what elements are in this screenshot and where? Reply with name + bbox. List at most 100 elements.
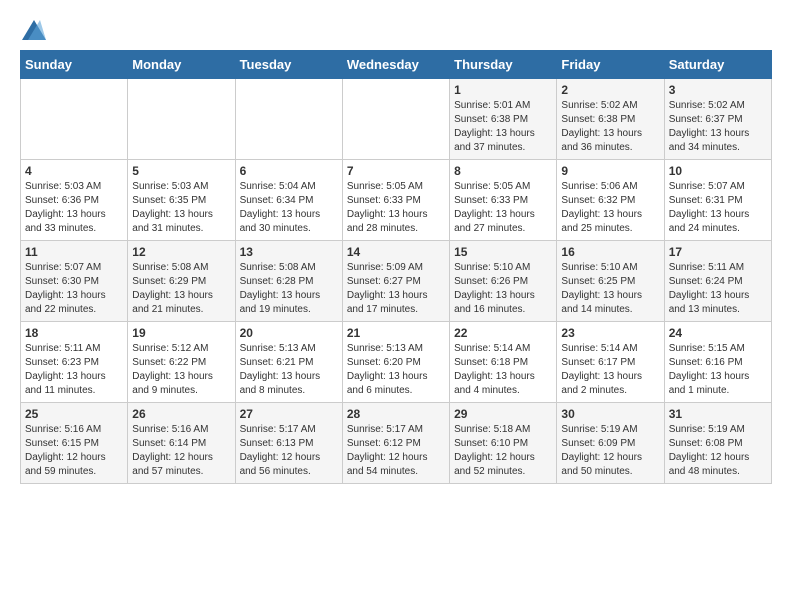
day-info: Sunrise: 5:11 AM Sunset: 6:24 PM Dayligh… <box>669 261 767 317</box>
day-number: 1 <box>454 83 552 97</box>
calendar-week-row: 18 Sunrise: 5:11 AM Sunset: 6:23 PM Dayli… <box>21 322 772 403</box>
calendar-cell: 9 Sunrise: 5:06 AM Sunset: 6:32 PM Daylig… <box>557 160 664 241</box>
day-number: 18 <box>25 326 123 340</box>
calendar-cell: 16 Sunrise: 5:10 AM Sunset: 6:25 PM Dayli… <box>557 241 664 322</box>
day-info: Sunrise: 5:13 AM Sunset: 6:20 PM Dayligh… <box>347 342 445 398</box>
weekday-header: Friday <box>557 51 664 79</box>
day-number: 22 <box>454 326 552 340</box>
day-info: Sunrise: 5:15 AM Sunset: 6:16 PM Dayligh… <box>669 342 767 398</box>
calendar-cell: 19 Sunrise: 5:12 AM Sunset: 6:22 PM Dayli… <box>128 322 235 403</box>
day-number: 30 <box>561 407 659 421</box>
day-info: Sunrise: 5:08 AM Sunset: 6:28 PM Dayligh… <box>240 261 338 317</box>
day-info: Sunrise: 5:10 AM Sunset: 6:25 PM Dayligh… <box>561 261 659 317</box>
day-info: Sunrise: 5:17 AM Sunset: 6:13 PM Dayligh… <box>240 423 338 479</box>
day-info: Sunrise: 5:05 AM Sunset: 6:33 PM Dayligh… <box>347 180 445 236</box>
calendar-cell: 8 Sunrise: 5:05 AM Sunset: 6:33 PM Daylig… <box>450 160 557 241</box>
calendar-cell: 31 Sunrise: 5:19 AM Sunset: 6:08 PM Dayli… <box>664 403 771 484</box>
calendar-cell: 15Sunrise: 5:10 AM Sunset: 6:26 PM Dayli… <box>450 241 557 322</box>
day-number: 23 <box>561 326 659 340</box>
weekday-header: Wednesday <box>342 51 449 79</box>
day-info: Sunrise: 5:13 AM Sunset: 6:21 PM Dayligh… <box>240 342 338 398</box>
calendar-cell: 14 Sunrise: 5:09 AM Sunset: 6:27 PM Dayli… <box>342 241 449 322</box>
logo-icon <box>22 20 46 40</box>
day-info: Sunrise: 5:07 AM Sunset: 6:30 PM Dayligh… <box>25 261 123 317</box>
day-info: Sunrise: 5:14 AM Sunset: 6:17 PM Dayligh… <box>561 342 659 398</box>
day-info: Sunrise: 5:08 AM Sunset: 6:29 PM Dayligh… <box>132 261 230 317</box>
weekday-header: Tuesday <box>235 51 342 79</box>
calendar-cell: 21 Sunrise: 5:13 AM Sunset: 6:20 PM Dayli… <box>342 322 449 403</box>
calendar-cell: 2 Sunrise: 5:02 AM Sunset: 6:38 PM Daylig… <box>557 79 664 160</box>
day-number: 4 <box>25 164 123 178</box>
day-number: 27 <box>240 407 338 421</box>
day-info: Sunrise: 5:04 AM Sunset: 6:34 PM Dayligh… <box>240 180 338 236</box>
calendar-cell: 23 Sunrise: 5:14 AM Sunset: 6:17 PM Dayli… <box>557 322 664 403</box>
calendar-cell: 27 Sunrise: 5:17 AM Sunset: 6:13 PM Dayli… <box>235 403 342 484</box>
day-info: Sunrise: 5:06 AM Sunset: 6:32 PM Dayligh… <box>561 180 659 236</box>
weekday-row: SundayMondayTuesdayWednesdayThursdayFrid… <box>21 51 772 79</box>
day-info: Sunrise: 5:11 AM Sunset: 6:23 PM Dayligh… <box>25 342 123 398</box>
day-number: 21 <box>347 326 445 340</box>
day-number: 17 <box>669 245 767 259</box>
day-number: 19 <box>132 326 230 340</box>
day-info: Sunrise: 5:03 AM Sunset: 6:35 PM Dayligh… <box>132 180 230 236</box>
day-number: 9 <box>561 164 659 178</box>
day-number: 26 <box>132 407 230 421</box>
calendar-cell: 25 Sunrise: 5:16 AM Sunset: 6:15 PM Dayli… <box>21 403 128 484</box>
day-number: 16 <box>561 245 659 259</box>
calendar-cell <box>235 79 342 160</box>
weekday-header: Thursday <box>450 51 557 79</box>
calendar-cell: 13Sunrise: 5:08 AM Sunset: 6:28 PM Dayli… <box>235 241 342 322</box>
day-number: 25 <box>25 407 123 421</box>
day-number: 31 <box>669 407 767 421</box>
weekday-header: Sunday <box>21 51 128 79</box>
calendar-week-row: 25 Sunrise: 5:16 AM Sunset: 6:15 PM Dayli… <box>21 403 772 484</box>
day-number: 8 <box>454 164 552 178</box>
day-info: Sunrise: 5:17 AM Sunset: 6:12 PM Dayligh… <box>347 423 445 479</box>
day-number: 14 <box>347 245 445 259</box>
calendar-cell <box>128 79 235 160</box>
logo <box>20 20 46 40</box>
day-number: 24 <box>669 326 767 340</box>
day-info: Sunrise: 5:19 AM Sunset: 6:09 PM Dayligh… <box>561 423 659 479</box>
day-info: Sunrise: 5:12 AM Sunset: 6:22 PM Dayligh… <box>132 342 230 398</box>
day-info: Sunrise: 5:16 AM Sunset: 6:14 PM Dayligh… <box>132 423 230 479</box>
day-info: Sunrise: 5:02 AM Sunset: 6:38 PM Dayligh… <box>561 99 659 155</box>
calendar-table: SundayMondayTuesdayWednesdayThursdayFrid… <box>20 50 772 484</box>
day-info: Sunrise: 5:01 AM Sunset: 6:38 PM Dayligh… <box>454 99 552 155</box>
calendar-cell: 24 Sunrise: 5:15 AM Sunset: 6:16 PM Dayli… <box>664 322 771 403</box>
calendar-cell: 18 Sunrise: 5:11 AM Sunset: 6:23 PM Dayli… <box>21 322 128 403</box>
day-info: Sunrise: 5:05 AM Sunset: 6:33 PM Dayligh… <box>454 180 552 236</box>
calendar-cell <box>342 79 449 160</box>
calendar-cell: 20 Sunrise: 5:13 AM Sunset: 6:21 PM Dayli… <box>235 322 342 403</box>
calendar-cell: 12 Sunrise: 5:08 AM Sunset: 6:29 PM Dayli… <box>128 241 235 322</box>
day-info: Sunrise: 5:19 AM Sunset: 6:08 PM Dayligh… <box>669 423 767 479</box>
day-number: 11 <box>25 245 123 259</box>
calendar-week-row: 1 Sunrise: 5:01 AM Sunset: 6:38 PM Daylig… <box>21 79 772 160</box>
calendar-cell: 7 Sunrise: 5:05 AM Sunset: 6:33 PM Daylig… <box>342 160 449 241</box>
day-number: 20 <box>240 326 338 340</box>
calendar-cell: 28 Sunrise: 5:17 AM Sunset: 6:12 PM Dayli… <box>342 403 449 484</box>
day-number: 28 <box>347 407 445 421</box>
day-info: Sunrise: 5:10 AM Sunset: 6:26 PM Dayligh… <box>454 261 552 317</box>
calendar-cell: 1 Sunrise: 5:01 AM Sunset: 6:38 PM Daylig… <box>450 79 557 160</box>
day-number: 12 <box>132 245 230 259</box>
day-info: Sunrise: 5:03 AM Sunset: 6:36 PM Dayligh… <box>25 180 123 236</box>
calendar-cell: 4 Sunrise: 5:03 AM Sunset: 6:36 PM Daylig… <box>21 160 128 241</box>
day-info: Sunrise: 5:18 AM Sunset: 6:10 PM Dayligh… <box>454 423 552 479</box>
calendar-cell: 3Sunrise: 5:02 AM Sunset: 6:37 PM Daylig… <box>664 79 771 160</box>
day-number: 2 <box>561 83 659 97</box>
calendar-week-row: 11 Sunrise: 5:07 AM Sunset: 6:30 PM Dayli… <box>21 241 772 322</box>
day-info: Sunrise: 5:16 AM Sunset: 6:15 PM Dayligh… <box>25 423 123 479</box>
calendar-header: SundayMondayTuesdayWednesdayThursdayFrid… <box>21 51 772 79</box>
calendar-body: 1 Sunrise: 5:01 AM Sunset: 6:38 PM Daylig… <box>21 79 772 484</box>
day-info: Sunrise: 5:14 AM Sunset: 6:18 PM Dayligh… <box>454 342 552 398</box>
day-number: 7 <box>347 164 445 178</box>
day-number: 6 <box>240 164 338 178</box>
day-info: Sunrise: 5:07 AM Sunset: 6:31 PM Dayligh… <box>669 180 767 236</box>
calendar-week-row: 4 Sunrise: 5:03 AM Sunset: 6:36 PM Daylig… <box>21 160 772 241</box>
calendar-cell: 22 Sunrise: 5:14 AM Sunset: 6:18 PM Dayli… <box>450 322 557 403</box>
day-info: Sunrise: 5:09 AM Sunset: 6:27 PM Dayligh… <box>347 261 445 317</box>
day-number: 3 <box>669 83 767 97</box>
day-number: 5 <box>132 164 230 178</box>
calendar-cell: 6 Sunrise: 5:04 AM Sunset: 6:34 PM Daylig… <box>235 160 342 241</box>
